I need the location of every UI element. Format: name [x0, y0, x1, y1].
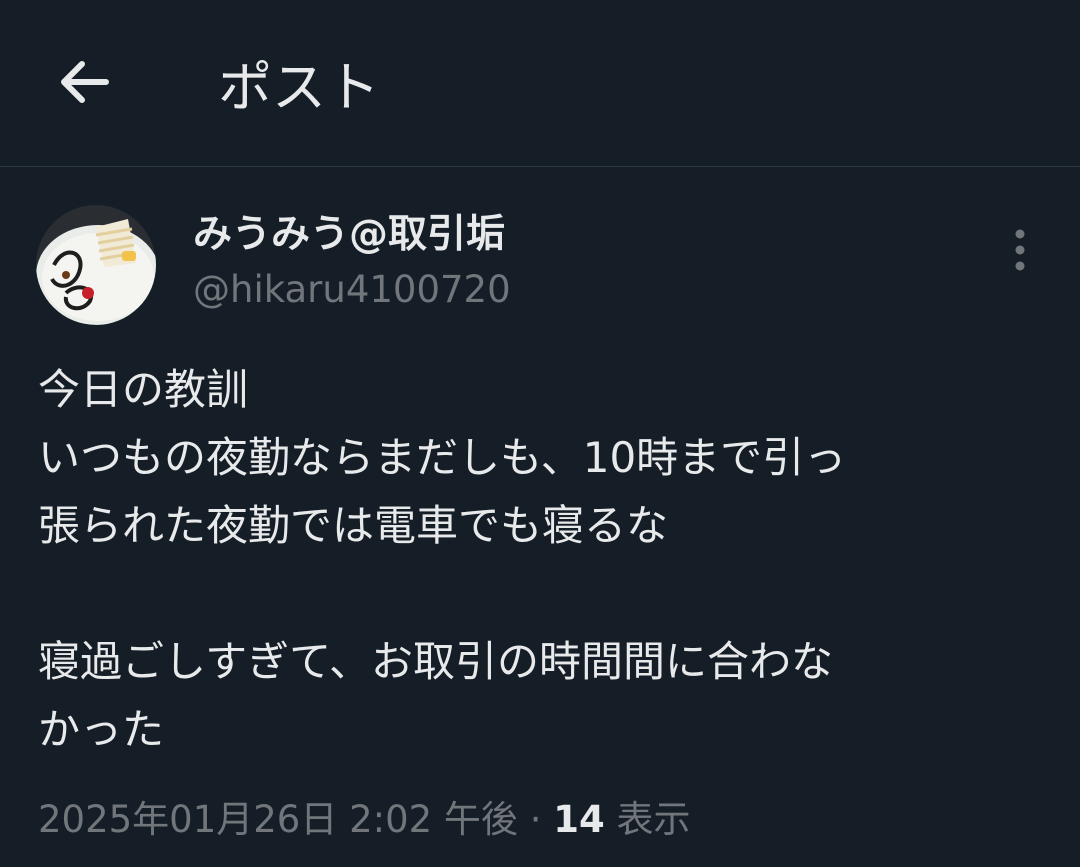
more-options-button[interactable] [996, 228, 1044, 276]
page-title: ポスト [218, 56, 380, 119]
more-vertical-icon [1012, 228, 1028, 276]
post-text-line: 寝過ごしすぎて、お取引の時間間に合わな [38, 637, 834, 686]
arrow-left-icon [58, 60, 110, 108]
avatar[interactable] [36, 205, 156, 325]
post-text-line: いつもの夜勤ならまだしも、10時まで引っ [38, 433, 847, 482]
post-text-line: 張られた夜勤では電車でも寝るな [38, 501, 669, 550]
back-button[interactable] [44, 44, 124, 124]
post-text-line: 今日の教訓 [38, 365, 249, 414]
post-timestamp[interactable]: 2025年01月26日 2:02 午後 [38, 798, 518, 841]
post-text-line: かった [38, 705, 165, 754]
author-handle[interactable]: @hikaru4100720 [193, 266, 511, 314]
post-body: 今日の教訓 いつもの夜勤ならまだしも、10時まで引っ 張られた夜勤では電車でも寝… [38, 356, 1048, 764]
top-bar: ポスト [0, 0, 1080, 167]
post-meta: 2025年01月26日 2:02 午後 · 14 表示 [38, 794, 691, 846]
meta-separator: · [529, 798, 542, 841]
author-display-name[interactable]: みうみう@取引垢 [193, 210, 505, 260]
views-label: 表示 [616, 798, 691, 841]
views-count[interactable]: 14 [553, 798, 605, 841]
post-text-line [38, 560, 1048, 628]
